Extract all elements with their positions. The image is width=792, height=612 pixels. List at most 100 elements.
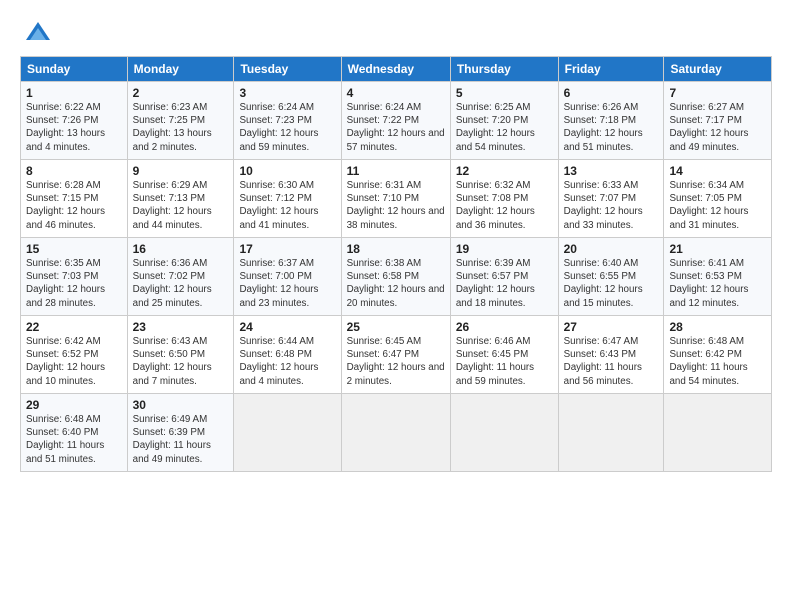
day-info: Sunrise: 6:49 AMSunset: 6:39 PMDaylight:…	[133, 413, 229, 466]
day-cell: 22Sunrise: 6:42 AMSunset: 6:52 PMDayligh…	[21, 316, 128, 394]
day-info: Sunrise: 6:22 AMSunset: 7:26 PMDaylight:…	[26, 101, 122, 154]
day-info: Sunrise: 6:34 AMSunset: 7:05 PMDaylight:…	[669, 179, 766, 232]
day-number: 2	[133, 86, 229, 100]
day-info: Sunrise: 6:27 AMSunset: 7:17 PMDaylight:…	[669, 101, 766, 154]
day-cell: 18Sunrise: 6:38 AMSunset: 6:58 PMDayligh…	[341, 238, 450, 316]
day-cell: 17Sunrise: 6:37 AMSunset: 7:00 PMDayligh…	[234, 238, 341, 316]
calendar-body: 1Sunrise: 6:22 AMSunset: 7:26 PMDaylight…	[21, 82, 772, 472]
day-info: Sunrise: 6:32 AMSunset: 7:08 PMDaylight:…	[456, 179, 553, 232]
day-info: Sunrise: 6:35 AMSunset: 7:03 PMDaylight:…	[26, 257, 122, 310]
calendar-header-saturday: Saturday	[664, 57, 772, 82]
day-info: Sunrise: 6:39 AMSunset: 6:57 PMDaylight:…	[456, 257, 553, 310]
day-number: 14	[669, 164, 766, 178]
day-number: 17	[239, 242, 335, 256]
calendar-header-friday: Friday	[558, 57, 664, 82]
day-number: 16	[133, 242, 229, 256]
day-number: 20	[564, 242, 659, 256]
day-cell: 23Sunrise: 6:43 AMSunset: 6:50 PMDayligh…	[127, 316, 234, 394]
day-cell: 21Sunrise: 6:41 AMSunset: 6:53 PMDayligh…	[664, 238, 772, 316]
day-number: 15	[26, 242, 122, 256]
day-number: 9	[133, 164, 229, 178]
day-info: Sunrise: 6:38 AMSunset: 6:58 PMDaylight:…	[347, 257, 445, 310]
day-number: 5	[456, 86, 553, 100]
day-number: 11	[347, 164, 445, 178]
day-cell	[341, 394, 450, 472]
day-cell: 8Sunrise: 6:28 AMSunset: 7:15 PMDaylight…	[21, 160, 128, 238]
day-cell: 7Sunrise: 6:27 AMSunset: 7:17 PMDaylight…	[664, 82, 772, 160]
day-info: Sunrise: 6:40 AMSunset: 6:55 PMDaylight:…	[564, 257, 659, 310]
day-cell: 10Sunrise: 6:30 AMSunset: 7:12 PMDayligh…	[234, 160, 341, 238]
day-number: 27	[564, 320, 659, 334]
day-cell: 4Sunrise: 6:24 AMSunset: 7:22 PMDaylight…	[341, 82, 450, 160]
day-cell	[558, 394, 664, 472]
day-cell: 28Sunrise: 6:48 AMSunset: 6:42 PMDayligh…	[664, 316, 772, 394]
day-info: Sunrise: 6:43 AMSunset: 6:50 PMDaylight:…	[133, 335, 229, 388]
day-info: Sunrise: 6:48 AMSunset: 6:42 PMDaylight:…	[669, 335, 766, 388]
day-cell: 29Sunrise: 6:48 AMSunset: 6:40 PMDayligh…	[21, 394, 128, 472]
day-cell: 3Sunrise: 6:24 AMSunset: 7:23 PMDaylight…	[234, 82, 341, 160]
day-cell: 30Sunrise: 6:49 AMSunset: 6:39 PMDayligh…	[127, 394, 234, 472]
calendar-header-thursday: Thursday	[450, 57, 558, 82]
day-cell: 25Sunrise: 6:45 AMSunset: 6:47 PMDayligh…	[341, 316, 450, 394]
page: SundayMondayTuesdayWednesdayThursdayFrid…	[0, 0, 792, 612]
day-number: 13	[564, 164, 659, 178]
calendar-header-tuesday: Tuesday	[234, 57, 341, 82]
day-info: Sunrise: 6:24 AMSunset: 7:23 PMDaylight:…	[239, 101, 335, 154]
calendar-header-monday: Monday	[127, 57, 234, 82]
day-cell: 15Sunrise: 6:35 AMSunset: 7:03 PMDayligh…	[21, 238, 128, 316]
day-number: 21	[669, 242, 766, 256]
calendar-table: SundayMondayTuesdayWednesdayThursdayFrid…	[20, 56, 772, 472]
day-info: Sunrise: 6:37 AMSunset: 7:00 PMDaylight:…	[239, 257, 335, 310]
day-number: 26	[456, 320, 553, 334]
header	[20, 18, 772, 46]
day-info: Sunrise: 6:29 AMSunset: 7:13 PMDaylight:…	[133, 179, 229, 232]
day-number: 18	[347, 242, 445, 256]
calendar-header-row: SundayMondayTuesdayWednesdayThursdayFrid…	[21, 57, 772, 82]
day-number: 29	[26, 398, 122, 412]
day-cell: 16Sunrise: 6:36 AMSunset: 7:02 PMDayligh…	[127, 238, 234, 316]
week-row-1: 1Sunrise: 6:22 AMSunset: 7:26 PMDaylight…	[21, 82, 772, 160]
week-row-5: 29Sunrise: 6:48 AMSunset: 6:40 PMDayligh…	[21, 394, 772, 472]
day-cell: 2Sunrise: 6:23 AMSunset: 7:25 PMDaylight…	[127, 82, 234, 160]
day-number: 1	[26, 86, 122, 100]
day-info: Sunrise: 6:24 AMSunset: 7:22 PMDaylight:…	[347, 101, 445, 154]
week-row-2: 8Sunrise: 6:28 AMSunset: 7:15 PMDaylight…	[21, 160, 772, 238]
day-cell: 12Sunrise: 6:32 AMSunset: 7:08 PMDayligh…	[450, 160, 558, 238]
day-number: 10	[239, 164, 335, 178]
calendar-header-sunday: Sunday	[21, 57, 128, 82]
day-cell	[664, 394, 772, 472]
day-number: 23	[133, 320, 229, 334]
day-info: Sunrise: 6:42 AMSunset: 6:52 PMDaylight:…	[26, 335, 122, 388]
day-info: Sunrise: 6:33 AMSunset: 7:07 PMDaylight:…	[564, 179, 659, 232]
day-info: Sunrise: 6:23 AMSunset: 7:25 PMDaylight:…	[133, 101, 229, 154]
day-number: 28	[669, 320, 766, 334]
day-info: Sunrise: 6:25 AMSunset: 7:20 PMDaylight:…	[456, 101, 553, 154]
day-info: Sunrise: 6:44 AMSunset: 6:48 PMDaylight:…	[239, 335, 335, 388]
day-number: 22	[26, 320, 122, 334]
day-info: Sunrise: 6:30 AMSunset: 7:12 PMDaylight:…	[239, 179, 335, 232]
day-cell	[234, 394, 341, 472]
day-number: 12	[456, 164, 553, 178]
day-info: Sunrise: 6:48 AMSunset: 6:40 PMDaylight:…	[26, 413, 122, 466]
week-row-3: 15Sunrise: 6:35 AMSunset: 7:03 PMDayligh…	[21, 238, 772, 316]
day-cell: 26Sunrise: 6:46 AMSunset: 6:45 PMDayligh…	[450, 316, 558, 394]
day-info: Sunrise: 6:41 AMSunset: 6:53 PMDaylight:…	[669, 257, 766, 310]
day-info: Sunrise: 6:26 AMSunset: 7:18 PMDaylight:…	[564, 101, 659, 154]
day-info: Sunrise: 6:28 AMSunset: 7:15 PMDaylight:…	[26, 179, 122, 232]
day-cell: 9Sunrise: 6:29 AMSunset: 7:13 PMDaylight…	[127, 160, 234, 238]
day-cell: 13Sunrise: 6:33 AMSunset: 7:07 PMDayligh…	[558, 160, 664, 238]
day-cell: 24Sunrise: 6:44 AMSunset: 6:48 PMDayligh…	[234, 316, 341, 394]
day-cell: 19Sunrise: 6:39 AMSunset: 6:57 PMDayligh…	[450, 238, 558, 316]
day-number: 4	[347, 86, 445, 100]
day-number: 7	[669, 86, 766, 100]
day-number: 25	[347, 320, 445, 334]
week-row-4: 22Sunrise: 6:42 AMSunset: 6:52 PMDayligh…	[21, 316, 772, 394]
day-info: Sunrise: 6:46 AMSunset: 6:45 PMDaylight:…	[456, 335, 553, 388]
day-info: Sunrise: 6:45 AMSunset: 6:47 PMDaylight:…	[347, 335, 445, 388]
day-number: 8	[26, 164, 122, 178]
logo	[20, 18, 52, 46]
day-info: Sunrise: 6:47 AMSunset: 6:43 PMDaylight:…	[564, 335, 659, 388]
day-cell: 20Sunrise: 6:40 AMSunset: 6:55 PMDayligh…	[558, 238, 664, 316]
day-number: 6	[564, 86, 659, 100]
day-cell: 1Sunrise: 6:22 AMSunset: 7:26 PMDaylight…	[21, 82, 128, 160]
